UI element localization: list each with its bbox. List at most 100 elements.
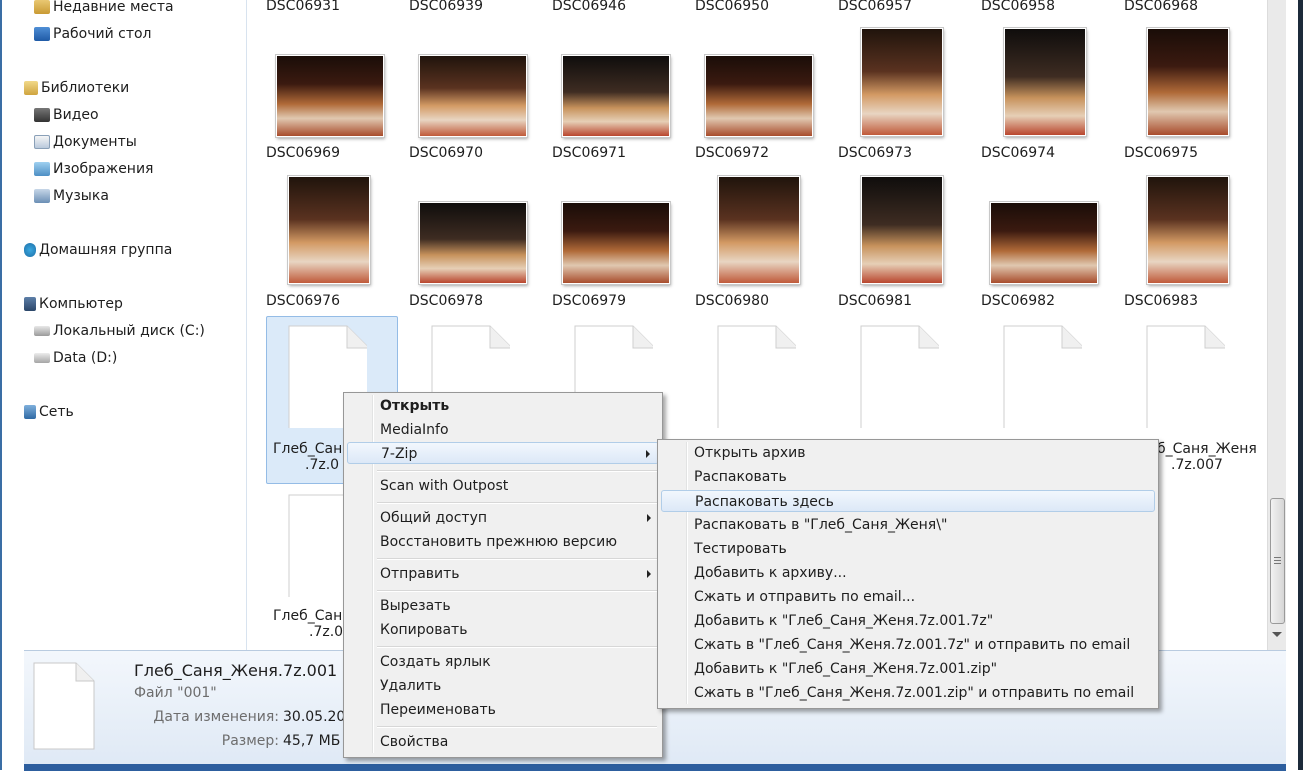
image-thumbnail[interactable] [717,175,801,285]
file-label[interactable]: DSC06931 [238,0,368,14]
menu-item-scan-outpost[interactable]: Scan with Outpost [347,475,659,497]
image-thumbnail[interactable] [275,54,385,138]
window-right-edge [1286,0,1303,770]
menu-item-delete[interactable]: Удалить [347,675,659,697]
pictures-icon [34,162,50,176]
documents-icon [34,135,50,149]
file-label[interactable]: DSC06972 [667,145,797,161]
details-modified-label: Дата изменения: [153,709,279,725]
file-label[interactable]: DSC06974 [953,145,1083,161]
submenu-item[interactable]: Сжать и отправить по email... [661,586,1155,608]
nav-item-music[interactable]: Музыка [34,185,109,207]
file-label[interactable]: DSC06973 [810,145,940,161]
homegroup-icon [24,243,36,257]
file-label[interactable]: DSC06981 [810,293,940,309]
scrollbar-thumb[interactable] [1270,498,1285,624]
file-label[interactable]: DSC06971 [524,145,654,161]
file-label[interactable]: б_Саня_Женя .7z.007 [1157,441,1267,473]
nav-item-network[interactable]: Сеть [24,401,74,423]
submenu-item[interactable]: Сжать в "Глеб_Саня_Женя.7z.001.7z" и отп… [661,634,1155,656]
image-thumbnail[interactable] [1146,27,1230,137]
nav-item-libraries[interactable]: Библиотеки [24,77,129,99]
archive-file-icon[interactable] [716,324,796,428]
submenu-item[interactable]: Открыть архив [661,442,1155,464]
menu-item-share[interactable]: Общий доступ [347,507,659,529]
image-thumbnail[interactable] [561,201,671,285]
music-icon [34,189,50,203]
archive-file-icon[interactable] [1145,324,1225,428]
file-label[interactable]: DSC06975 [1096,145,1226,161]
file-label[interactable]: DSC06957 [810,0,940,14]
image-thumbnail[interactable] [989,201,1099,285]
nav-item-pictures[interactable]: Изображения [34,158,153,180]
file-label[interactable]: DSC06976 [238,293,368,309]
nav-item-local-disk-c[interactable]: Локальный диск (C:) [34,320,205,342]
7zip-submenu[interactable]: Открыть архив Распаковать Распаковать здес… [657,439,1159,709]
submenu-item[interactable]: Добавить к "Глеб_Саня_Женя.7z.001.7z" [661,610,1155,632]
menu-item-create-shortcut[interactable]: Создать ярлык [347,651,659,673]
window-left-edge [0,0,24,770]
recent-places-icon [34,0,50,14]
file-label[interactable]: DSC06978 [381,293,511,309]
desktop-icon [34,27,50,41]
image-thumbnail[interactable] [860,27,944,137]
submenu-item[interactable]: Сжать в "Глеб_Саня_Женя.7z.001.zip" и от… [661,682,1155,704]
image-thumbnail[interactable] [418,201,528,285]
menu-item-mediainfo[interactable]: MediaInfo [347,419,659,441]
file-label[interactable]: DSC06969 [238,145,368,161]
file-label[interactable]: Глеб_Саня .7z.00 [267,608,352,640]
file-label[interactable]: DSC06968 [1096,0,1226,14]
menu-item-restore-version[interactable]: Восстановить прежнюю версию [347,531,659,553]
file-label[interactable]: DSC06982 [953,293,1083,309]
menu-item-cut[interactable]: Вырезать [347,595,659,617]
context-menu[interactable]: Открыть MediaInfo 7-Zip Scan with Outpos… [343,392,663,758]
libraries-icon [24,81,38,95]
menu-item-rename[interactable]: Переименовать [347,699,659,721]
image-thumbnail[interactable] [1003,27,1087,137]
menu-item-properties[interactable]: Свойства [347,731,659,753]
image-thumbnail[interactable] [561,54,671,138]
file-large-icon [33,662,95,750]
drive-icon [34,353,50,363]
submenu-item[interactable]: Добавить к "Глеб_Саня_Женя.7z.001.zip" [661,658,1155,680]
submenu-item[interactable]: Добавить к архиву... [661,562,1155,584]
menu-item-copy[interactable]: Копировать [347,619,659,641]
navigation-pane[interactable]: Недавние места Рабочий стол Библиотеки В… [24,0,247,650]
scroll-down-arrow-icon[interactable] [1272,632,1282,637]
details-file-name: Глеб_Саня_Женя.7z.001 [134,661,338,680]
archive-file-icon[interactable] [859,324,939,428]
image-thumbnail[interactable] [287,175,371,285]
nav-item-desktop[interactable]: Рабочий стол [34,23,152,45]
nav-item-data-d[interactable]: Data (D:) [34,347,117,369]
file-label[interactable]: DSC06980 [667,293,797,309]
image-thumbnail[interactable] [1146,175,1230,285]
local-disk-icon [34,326,50,336]
file-label[interactable]: DSC06983 [1096,293,1226,309]
file-label[interactable]: DSC06946 [524,0,654,14]
submenu-item[interactable]: Распаковать в "Глеб_Саня_Женя\" [661,514,1155,536]
submenu-arrow-icon [646,450,650,458]
menu-item-send-to[interactable]: Отправить [347,563,659,585]
nav-item-homegroup[interactable]: Домашняя группа [24,239,172,261]
file-label[interactable]: DSC06950 [667,0,797,14]
nav-item-documents[interactable]: Документы [34,131,137,153]
details-size-value: 45,7 МБ [283,733,341,749]
archive-file-icon[interactable] [1002,324,1082,428]
selected-file-label[interactable]: Глеб_Саня .7z.0 [267,441,351,473]
file-label[interactable]: DSC06970 [381,145,511,161]
nav-item-computer[interactable]: Компьютер [24,293,123,315]
submenu-item[interactable]: Тестировать [661,538,1155,560]
submenu-item[interactable]: Распаковать здесь [661,490,1155,512]
image-thumbnail[interactable] [704,54,814,138]
file-label[interactable]: DSC06979 [524,293,654,309]
submenu-item[interactable]: Распаковать [661,466,1155,488]
image-thumbnail[interactable] [418,54,528,138]
menu-item-open[interactable]: Открыть [347,395,659,417]
file-label[interactable]: DSC06939 [381,0,511,14]
nav-item-recent-places[interactable]: Недавние места [34,0,174,18]
vertical-scrollbar[interactable] [1267,0,1286,650]
image-thumbnail[interactable] [860,175,944,285]
file-label[interactable]: DSC06958 [953,0,1083,14]
nav-item-video[interactable]: Видео [34,104,99,126]
menu-item-7zip[interactable]: 7-Zip [347,442,659,464]
